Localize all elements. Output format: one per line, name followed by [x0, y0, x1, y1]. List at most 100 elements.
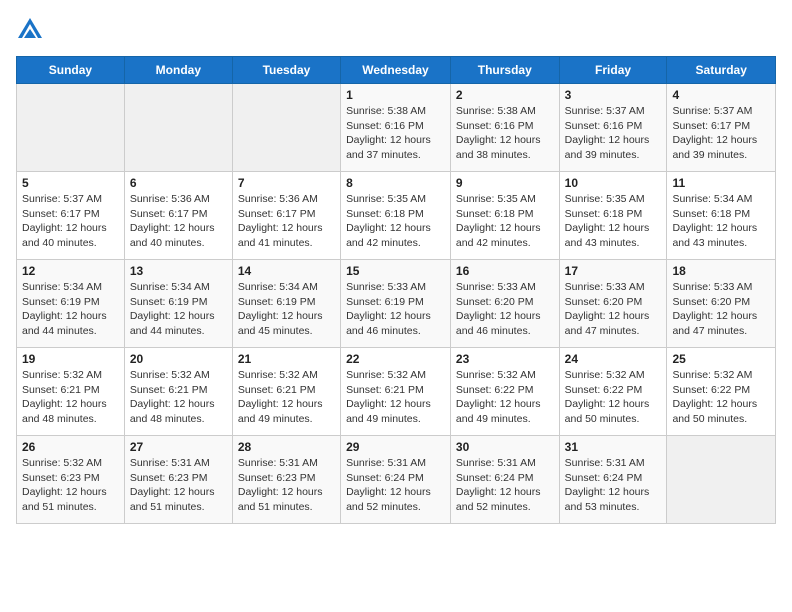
- day-info: Sunrise: 5:35 AM Sunset: 6:18 PM Dayligh…: [346, 192, 445, 251]
- day-number: 21: [238, 352, 335, 366]
- calendar-day-7: 7 Sunrise: 5:36 AM Sunset: 6:17 PM Daylig…: [232, 172, 340, 260]
- calendar-day-4: 4 Sunrise: 5:37 AM Sunset: 6:17 PM Daylig…: [667, 84, 776, 172]
- calendar-table: SundayMondayTuesdayWednesdayThursdayFrid…: [16, 56, 776, 524]
- day-number: 17: [565, 264, 662, 278]
- day-number: 15: [346, 264, 445, 278]
- weekday-header-saturday: Saturday: [667, 57, 776, 84]
- calendar-day-10: 10 Sunrise: 5:35 AM Sunset: 6:18 PM Dayli…: [559, 172, 667, 260]
- calendar-day-15: 15 Sunrise: 5:33 AM Sunset: 6:19 PM Dayli…: [341, 260, 451, 348]
- day-number: 24: [565, 352, 662, 366]
- calendar-day-21: 21 Sunrise: 5:32 AM Sunset: 6:21 PM Dayli…: [232, 348, 340, 436]
- calendar-day-18: 18 Sunrise: 5:33 AM Sunset: 6:20 PM Dayli…: [667, 260, 776, 348]
- day-info: Sunrise: 5:31 AM Sunset: 6:23 PM Dayligh…: [238, 456, 335, 515]
- day-number: 8: [346, 176, 445, 190]
- day-info: Sunrise: 5:34 AM Sunset: 6:19 PM Dayligh…: [238, 280, 335, 339]
- calendar-week-row: 12 Sunrise: 5:34 AM Sunset: 6:19 PM Dayli…: [17, 260, 776, 348]
- calendar-day-31: 31 Sunrise: 5:31 AM Sunset: 6:24 PM Dayli…: [559, 436, 667, 524]
- day-number: 31: [565, 440, 662, 454]
- calendar-day-9: 9 Sunrise: 5:35 AM Sunset: 6:18 PM Daylig…: [450, 172, 559, 260]
- day-number: 19: [22, 352, 119, 366]
- day-number: 6: [130, 176, 227, 190]
- day-info: Sunrise: 5:33 AM Sunset: 6:20 PM Dayligh…: [672, 280, 770, 339]
- day-info: Sunrise: 5:34 AM Sunset: 6:19 PM Dayligh…: [130, 280, 227, 339]
- day-number: 7: [238, 176, 335, 190]
- calendar-day-empty: [232, 84, 340, 172]
- day-number: 27: [130, 440, 227, 454]
- day-number: 1: [346, 88, 445, 102]
- calendar-day-empty: [124, 84, 232, 172]
- day-number: 18: [672, 264, 770, 278]
- day-info: Sunrise: 5:32 AM Sunset: 6:21 PM Dayligh…: [238, 368, 335, 427]
- day-number: 23: [456, 352, 554, 366]
- day-number: 22: [346, 352, 445, 366]
- weekday-header-row: SundayMondayTuesdayWednesdayThursdayFrid…: [17, 57, 776, 84]
- calendar-header: SundayMondayTuesdayWednesdayThursdayFrid…: [17, 57, 776, 84]
- day-number: 26: [22, 440, 119, 454]
- calendar-day-28: 28 Sunrise: 5:31 AM Sunset: 6:23 PM Dayli…: [232, 436, 340, 524]
- day-number: 12: [22, 264, 119, 278]
- calendar-day-24: 24Sunrise: 5:32 AM Sunset: 6:22 PM Dayli…: [559, 348, 667, 436]
- day-info: Sunrise: 5:34 AM Sunset: 6:18 PM Dayligh…: [672, 192, 770, 251]
- calendar-day-2: 2 Sunrise: 5:38 AM Sunset: 6:16 PM Daylig…: [450, 84, 559, 172]
- calendar-day-6: 6 Sunrise: 5:36 AM Sunset: 6:17 PM Daylig…: [124, 172, 232, 260]
- day-info: Sunrise: 5:32 AM Sunset: 6:22 PM Dayligh…: [456, 368, 554, 427]
- weekday-header-monday: Monday: [124, 57, 232, 84]
- day-info: Sunrise: 5:33 AM Sunset: 6:19 PM Dayligh…: [346, 280, 445, 339]
- weekday-header-sunday: Sunday: [17, 57, 125, 84]
- day-info: Sunrise: 5:36 AM Sunset: 6:17 PM Dayligh…: [238, 192, 335, 251]
- day-number: 5: [22, 176, 119, 190]
- calendar-day-17: 17 Sunrise: 5:33 AM Sunset: 6:20 PM Dayli…: [559, 260, 667, 348]
- calendar-day-16: 16Sunrise: 5:33 AM Sunset: 6:20 PM Dayli…: [450, 260, 559, 348]
- day-number: 20: [130, 352, 227, 366]
- day-info: Sunrise: 5:32 AM Sunset: 6:23 PM Dayligh…: [22, 456, 119, 515]
- day-info: Sunrise: 5:37 AM Sunset: 6:17 PM Dayligh…: [672, 104, 770, 163]
- calendar-day-13: 13 Sunrise: 5:34 AM Sunset: 6:19 PM Dayli…: [124, 260, 232, 348]
- day-number: 30: [456, 440, 554, 454]
- day-number: 25: [672, 352, 770, 366]
- day-number: 4: [672, 88, 770, 102]
- day-number: 2: [456, 88, 554, 102]
- calendar-day-25: 25Sunrise: 5:32 AM Sunset: 6:22 PM Dayli…: [667, 348, 776, 436]
- day-info: Sunrise: 5:36 AM Sunset: 6:17 PM Dayligh…: [130, 192, 227, 251]
- day-info: Sunrise: 5:37 AM Sunset: 6:16 PM Dayligh…: [565, 104, 662, 163]
- day-number: 11: [672, 176, 770, 190]
- day-info: Sunrise: 5:31 AM Sunset: 6:23 PM Dayligh…: [130, 456, 227, 515]
- calendar-day-3: 3 Sunrise: 5:37 AM Sunset: 6:16 PM Daylig…: [559, 84, 667, 172]
- calendar-day-5: 5 Sunrise: 5:37 AM Sunset: 6:17 PM Daylig…: [17, 172, 125, 260]
- calendar-day-23: 23 Sunrise: 5:32 AM Sunset: 6:22 PM Dayli…: [450, 348, 559, 436]
- day-number: 29: [346, 440, 445, 454]
- calendar-day-19: 19 Sunrise: 5:32 AM Sunset: 6:21 PM Dayli…: [17, 348, 125, 436]
- day-number: 10: [565, 176, 662, 190]
- day-number: 9: [456, 176, 554, 190]
- calendar-week-row: 19 Sunrise: 5:32 AM Sunset: 6:21 PM Dayli…: [17, 348, 776, 436]
- calendar-day-27: 27 Sunrise: 5:31 AM Sunset: 6:23 PM Dayli…: [124, 436, 232, 524]
- calendar-week-row: 26 Sunrise: 5:32 AM Sunset: 6:23 PM Dayli…: [17, 436, 776, 524]
- calendar-day-14: 14Sunrise: 5:34 AM Sunset: 6:19 PM Dayli…: [232, 260, 340, 348]
- weekday-header-friday: Friday: [559, 57, 667, 84]
- day-number: 13: [130, 264, 227, 278]
- day-info: Sunrise: 5:32 AM Sunset: 6:21 PM Dayligh…: [22, 368, 119, 427]
- day-info: Sunrise: 5:32 AM Sunset: 6:21 PM Dayligh…: [346, 368, 445, 427]
- weekday-header-tuesday: Tuesday: [232, 57, 340, 84]
- calendar-day-22: 22 Sunrise: 5:32 AM Sunset: 6:21 PM Dayli…: [341, 348, 451, 436]
- day-info: Sunrise: 5:38 AM Sunset: 6:16 PM Dayligh…: [456, 104, 554, 163]
- day-info: Sunrise: 5:38 AM Sunset: 6:16 PM Dayligh…: [346, 104, 445, 163]
- day-number: 16: [456, 264, 554, 278]
- day-number: 28: [238, 440, 335, 454]
- calendar-week-row: 5 Sunrise: 5:37 AM Sunset: 6:17 PM Daylig…: [17, 172, 776, 260]
- day-number: 3: [565, 88, 662, 102]
- day-info: Sunrise: 5:33 AM Sunset: 6:20 PM Dayligh…: [565, 280, 662, 339]
- calendar-day-1: 1 Sunrise: 5:38 AM Sunset: 6:16 PM Daylig…: [341, 84, 451, 172]
- day-info: Sunrise: 5:34 AM Sunset: 6:19 PM Dayligh…: [22, 280, 119, 339]
- weekday-header-wednesday: Wednesday: [341, 57, 451, 84]
- day-info: Sunrise: 5:32 AM Sunset: 6:21 PM Dayligh…: [130, 368, 227, 427]
- day-info: Sunrise: 5:31 AM Sunset: 6:24 PM Dayligh…: [346, 456, 445, 515]
- day-info: Sunrise: 5:35 AM Sunset: 6:18 PM Dayligh…: [456, 192, 554, 251]
- logo-icon: [16, 16, 44, 44]
- day-info: Sunrise: 5:35 AM Sunset: 6:18 PM Dayligh…: [565, 192, 662, 251]
- day-info: Sunrise: 5:31 AM Sunset: 6:24 PM Dayligh…: [565, 456, 662, 515]
- day-info: Sunrise: 5:37 AM Sunset: 6:17 PM Dayligh…: [22, 192, 119, 251]
- calendar-day-empty: [667, 436, 776, 524]
- calendar-day-20: 20 Sunrise: 5:32 AM Sunset: 6:21 PM Dayli…: [124, 348, 232, 436]
- calendar-day-12: 12 Sunrise: 5:34 AM Sunset: 6:19 PM Dayli…: [17, 260, 125, 348]
